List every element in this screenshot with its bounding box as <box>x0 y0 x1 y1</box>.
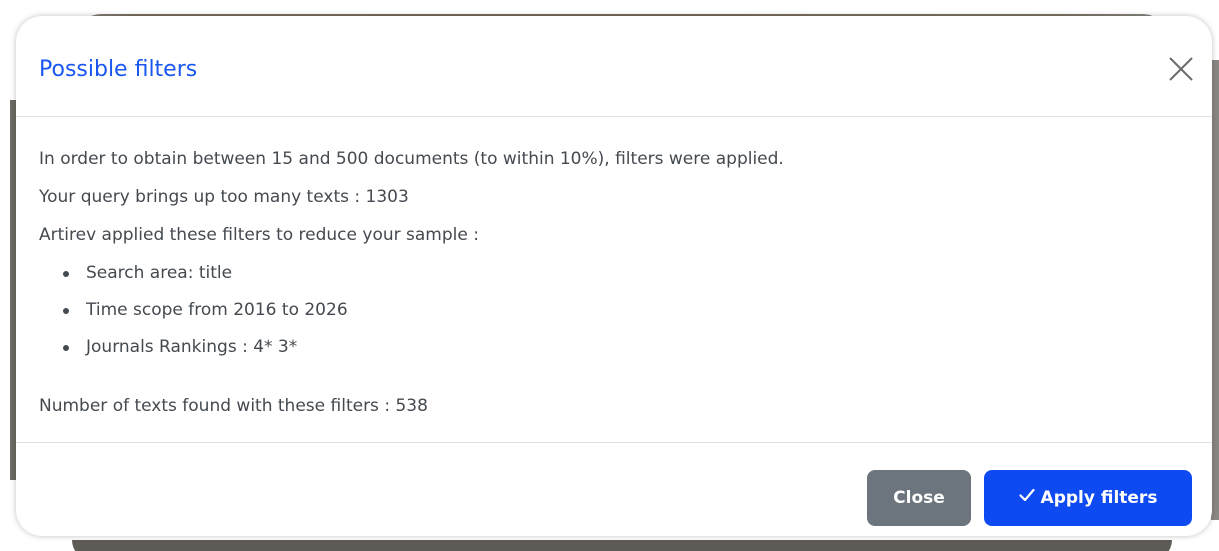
dialog-header: Possible filters <box>16 16 1212 117</box>
checkmark-icon <box>1018 487 1035 507</box>
bullet-icon <box>63 308 69 314</box>
filter-item-label: Time scope from 2016 to 2026 <box>86 300 348 320</box>
filters-applied-text: Artirev applied these filters to reduce … <box>39 225 479 245</box>
dialog-footer: Close Apply filters <box>16 442 1212 536</box>
dialog-title: Possible filters <box>39 57 198 82</box>
backdrop <box>72 540 1172 551</box>
bullet-icon <box>63 271 69 277</box>
apply-filters-button-label: Apply filters <box>1040 488 1158 508</box>
filter-item: Journals Rankings : 4* 3* <box>39 332 1189 369</box>
applied-filters-list: Search area: title Time scope from 2016 … <box>39 258 1189 369</box>
close-button[interactable]: Close <box>867 470 971 526</box>
result-count-text: Number of texts found with these filters… <box>39 396 428 416</box>
screen: Possible filters In order to obtain betw… <box>0 0 1219 551</box>
query-count-text: Your query brings up too many texts : 13… <box>39 187 409 207</box>
filter-item-label: Journals Rankings : 4* 3* <box>86 337 298 357</box>
apply-filters-button[interactable]: Apply filters <box>984 470 1192 526</box>
filter-item-label: Search area: title <box>86 263 233 283</box>
possible-filters-dialog: Possible filters In order to obtain betw… <box>16 16 1212 536</box>
close-x-icon[interactable] <box>1168 56 1194 82</box>
filter-explanation-text: In order to obtain between 15 and 500 do… <box>39 149 784 169</box>
close-button-label: Close <box>893 488 945 508</box>
bullet-icon <box>63 345 69 351</box>
filter-item: Search area: title <box>39 258 1189 295</box>
backdrop <box>1211 60 1219 520</box>
filter-item: Time scope from 2016 to 2026 <box>39 295 1189 332</box>
dialog-body: In order to obtain between 15 and 500 do… <box>39 144 1189 421</box>
